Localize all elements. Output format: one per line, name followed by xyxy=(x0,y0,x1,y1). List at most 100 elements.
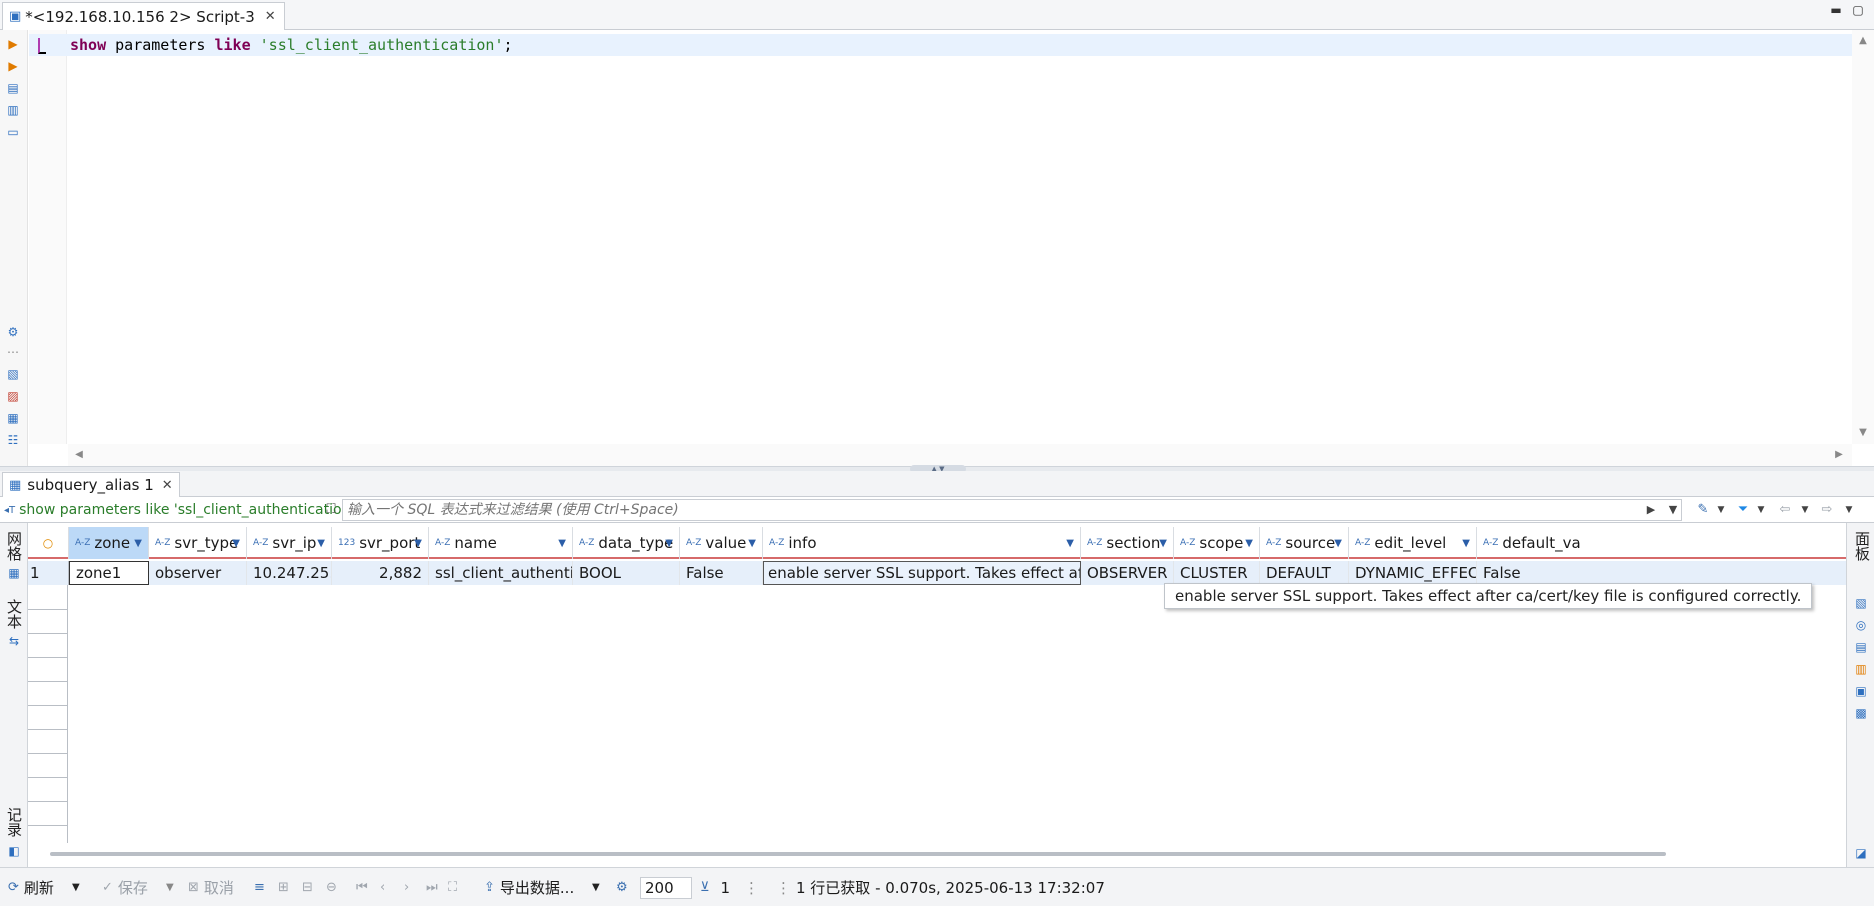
cell-svr-type[interactable]: observer xyxy=(149,561,247,585)
apply-filter-icon[interactable]: ▶ xyxy=(1642,500,1660,520)
save-dropdown[interactable]: ▼ xyxy=(166,868,174,906)
cell-svr-ip[interactable]: 10.247.25.2 xyxy=(247,561,332,585)
filter-query-label[interactable]: ◂T show parameters like 'ssl_client_auth… xyxy=(4,500,354,520)
chevron-down-icon[interactable]: ▼ xyxy=(558,538,566,549)
cell-name[interactable]: ssl_client_authentication xyxy=(429,561,573,585)
explain-plan-icon[interactable]: ▭ xyxy=(5,124,21,140)
first-page-button[interactable]: ⏮ xyxy=(356,868,368,906)
cell-section[interactable]: OBSERVER xyxy=(1081,561,1174,585)
grid-view-tab[interactable]: 网格 xyxy=(4,531,25,561)
close-icon[interactable]: ✕ xyxy=(162,478,173,493)
panel-settings-icon[interactable]: ◪ xyxy=(1853,845,1869,861)
record-icon[interactable]: ◧ xyxy=(6,843,22,859)
cell-source[interactable]: DEFAULT xyxy=(1260,561,1349,585)
last-page-button[interactable]: ⏭ xyxy=(426,868,438,906)
chevron-down-icon[interactable]: ▼ xyxy=(1245,538,1253,549)
column-header-svr-port[interactable]: 123 svr_port ▼ xyxy=(332,527,429,559)
back-icon[interactable]: ⇦ xyxy=(1776,500,1794,520)
editor-vertical-scrollbar[interactable]: ▲ ▼ xyxy=(1852,30,1874,444)
clear-filter-icon[interactable]: ✎ xyxy=(1694,500,1712,520)
scroll-up-icon[interactable]: ▲ xyxy=(1856,34,1870,48)
more-icon[interactable]: ⋯ xyxy=(5,344,21,360)
edit-row-button[interactable]: ≡ xyxy=(254,868,265,906)
layout-icon[interactable]: ▩ xyxy=(1853,705,1869,721)
previous-page-button[interactable]: ‹ xyxy=(380,868,385,906)
save-button[interactable]: ✓ 保存 xyxy=(102,868,148,906)
chevron-down-icon[interactable]: ▼ xyxy=(665,538,673,549)
column-header-source[interactable]: A-Z source ▼ xyxy=(1260,527,1349,559)
cell-edit-level[interactable]: DYNAMIC_EFFECTIVE xyxy=(1349,561,1477,585)
fetch-size-input[interactable]: 200 xyxy=(640,877,692,899)
scrollbar-thumb[interactable] xyxy=(50,852,1666,856)
lock-script-icon[interactable]: ▨ xyxy=(5,388,21,404)
grouping-icon[interactable]: ▤ xyxy=(1853,639,1869,655)
grid-icon[interactable]: ▦ xyxy=(6,565,22,581)
copy-row-button[interactable]: ⊟ xyxy=(302,868,313,906)
table-row[interactable]: 1 zone1 observer 10.247.25.2 2,882 ssl_c… xyxy=(28,561,1846,585)
references-icon[interactable]: ▣ xyxy=(1853,683,1869,699)
chevron-down-icon[interactable]: ▼ xyxy=(414,538,422,549)
fetch-all-button[interactable]: ⛶ xyxy=(448,868,457,906)
grid-horizontal-scrollbar[interactable] xyxy=(28,843,1846,867)
forward-icon[interactable]: ⇨ xyxy=(1818,500,1836,520)
column-header-zone[interactable]: A-Z zone ▼ xyxy=(69,527,149,559)
column-header-default-value[interactable]: A-Z default_va xyxy=(1477,527,1846,559)
record-view-tab[interactable]: 记录 xyxy=(4,807,25,837)
scroll-right-icon[interactable]: ▶ xyxy=(1832,448,1846,462)
script-tabs-icon[interactable]: ▥ xyxy=(5,102,21,118)
cell-scope[interactable]: CLUSTER xyxy=(1174,561,1260,585)
row-number[interactable]: 1 xyxy=(28,561,69,585)
more-actions-button[interactable]: ⋮ xyxy=(744,868,759,906)
text-icon[interactable]: ⇆ xyxy=(6,633,22,649)
maximize-icon[interactable]: ▢ xyxy=(1850,2,1866,18)
column-header-section[interactable]: A-Z section ▼ xyxy=(1081,527,1174,559)
filter-dropdown-icon[interactable]: ▼ xyxy=(1752,500,1770,520)
export-data-button[interactable]: ⇪ 导出数据... xyxy=(484,868,574,906)
chevron-down-icon[interactable]: ▼ xyxy=(1159,538,1167,549)
settings-icon[interactable]: ⚙ xyxy=(5,324,21,340)
sql-editor[interactable]: ▶ ▶ ▤ ▥ ▭ ⚙ ⋯ ▧ ▨ ▦ ☷ show parameters li… xyxy=(0,30,1874,466)
editor-tab-script-3[interactable]: ▣ *<192.168.10.156 2> Script-3 ✕ xyxy=(2,2,285,30)
chevron-down-icon[interactable]: ▼ xyxy=(1066,538,1074,549)
filter-icon[interactable]: ⏷ xyxy=(1734,500,1752,520)
value-viewer-icon[interactable]: ▧ xyxy=(1853,595,1869,611)
cell-zone[interactable]: zone1 xyxy=(69,561,149,585)
editor-horizontal-scrollbar[interactable]: ◀ ▶ xyxy=(68,444,1852,466)
column-header-info[interactable]: A-Z info ▼ xyxy=(763,527,1081,559)
export-dropdown[interactable]: ▼ xyxy=(592,868,600,906)
row-count-button[interactable]: ⊻ 1 xyxy=(700,868,730,906)
chevron-down-icon[interactable]: ▼ xyxy=(232,538,240,549)
refresh-dropdown[interactable]: ▼ xyxy=(72,868,80,906)
column-header-edit-level[interactable]: A-Z edit_level ▼ xyxy=(1349,527,1477,559)
export-script-icon[interactable]: ▧ xyxy=(5,366,21,382)
column-header-data-type[interactable]: A-Z data_type ▼ xyxy=(573,527,680,559)
format-sql-icon[interactable]: ▦ xyxy=(5,410,21,426)
back-dropdown-icon[interactable]: ▼ xyxy=(1796,500,1814,520)
fetch-size-settings-button[interactable]: ⚙ xyxy=(616,868,628,906)
scroll-left-icon[interactable]: ◀ xyxy=(72,448,86,462)
delete-row-button[interactable]: ⊖ xyxy=(326,868,337,906)
cell-data-type[interactable]: BOOL xyxy=(573,561,680,585)
column-header-name[interactable]: A-Z name ▼ xyxy=(429,527,573,559)
add-row-button[interactable]: ⊞ xyxy=(278,868,289,906)
scroll-down-icon[interactable]: ▼ xyxy=(1856,426,1870,440)
column-header-svr-ip[interactable]: A-Z svr_ip ▼ xyxy=(247,527,332,559)
text-view-tab[interactable]: 文本 xyxy=(4,599,25,629)
filter-history-icon[interactable]: ▼ xyxy=(1664,500,1682,520)
forward-dropdown-icon[interactable]: ▼ xyxy=(1840,500,1858,520)
filter-expression-input[interactable] xyxy=(342,499,1682,521)
cell-default-value[interactable]: False xyxy=(1477,561,1846,585)
column-header-value[interactable]: A-Z value ▼ xyxy=(680,527,763,559)
close-icon[interactable]: ✕ xyxy=(265,9,276,24)
chevron-down-icon[interactable]: ▼ xyxy=(1462,538,1470,549)
column-header-scope[interactable]: A-Z scope ▼ xyxy=(1174,527,1260,559)
chevron-down-icon[interactable]: ▼ xyxy=(1334,538,1342,549)
execute-statement-icon[interactable]: ▶ xyxy=(5,36,21,52)
maximize-filter-icon[interactable]: ⛶ xyxy=(322,500,340,520)
execute-in-new-tab-icon[interactable]: ▶ xyxy=(5,58,21,74)
cancel-button[interactable]: ⊠ 取消 xyxy=(188,868,234,906)
result-tab-subquery-alias[interactable]: ▦ subquery_alias 1 ✕ xyxy=(2,472,180,497)
results-grid[interactable]: ○ A-Z zone ▼ A-Z svr_type ▼ A-Z svr_ip ▼ 123 sv… xyxy=(28,523,1846,843)
column-header-svr-type[interactable]: A-Z svr_type ▼ xyxy=(149,527,247,559)
cell-svr-port[interactable]: 2,882 xyxy=(332,561,429,585)
